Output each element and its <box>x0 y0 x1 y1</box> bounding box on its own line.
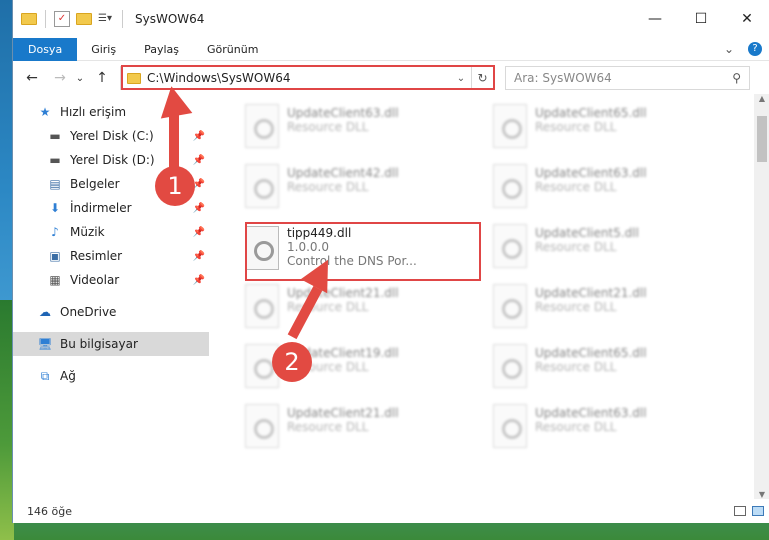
picture-icon: ▣ <box>49 249 61 263</box>
pin-icon: 📌 <box>192 202 205 214</box>
annotation-badge-2: 2 <box>272 342 312 382</box>
video-icon: ▦ <box>49 273 61 287</box>
file-tile[interactable]: UpdateClient21.dll Resource DLL <box>229 400 469 454</box>
expand-ribbon-icon[interactable]: ⌄ <box>724 42 734 56</box>
dll-file-icon <box>245 104 279 148</box>
sidebar-item-this-pc[interactable]: 🖥 Bu bilgisayar <box>13 332 209 356</box>
tab-file[interactable]: Dosya <box>13 37 78 61</box>
quick-access-toolbar: ✓ ☰▾ <box>13 10 125 28</box>
star-icon: ★ <box>39 105 51 119</box>
dll-file-icon <box>493 404 527 448</box>
pin-icon: 📌 <box>192 154 205 166</box>
file-tile[interactable]: UpdateClient65.dll Resource DLL <box>477 100 717 154</box>
folder-icon <box>21 11 37 27</box>
sidebar-item-music[interactable]: ♪ Müzik 📌 <box>13 220 209 244</box>
back-button[interactable]: ← <box>21 70 43 86</box>
explorer-window: ✓ ☰▾ SysWOW64 — ☐ ✕ Dosya Giriş Paylaş G… <box>12 0 769 523</box>
navigation-pane: ★ Hızlı erişim ▬ Yerel Disk (C:) 📌 ▬ Yerel D… <box>13 100 209 500</box>
file-tile[interactable]: UpdateClient63.dll Resource DLL <box>229 100 469 154</box>
scroll-down-icon[interactable]: ▼ <box>754 490 769 499</box>
tab-home[interactable]: Giriş <box>77 38 130 61</box>
window-title: SysWOW64 <box>135 12 205 26</box>
pin-icon: 📌 <box>192 226 205 238</box>
network-icon: ⧉ <box>40 368 50 383</box>
document-icon: ▤ <box>49 177 61 191</box>
sidebar-item-pictures[interactable]: ▣ Resimler 📌 <box>13 244 209 268</box>
file-tile[interactable]: UpdateClient21.dll Resource DLL <box>477 280 717 334</box>
annotation-arrowhead-1 <box>155 83 193 119</box>
cloud-icon: ☁ <box>39 305 51 319</box>
dll-file-icon <box>245 164 279 208</box>
close-button[interactable]: ✕ <box>724 0 769 38</box>
recent-locations-button[interactable]: ⌄ <box>73 73 87 84</box>
dll-file-icon <box>493 164 527 208</box>
tab-share[interactable]: Paylaş <box>130 38 193 61</box>
sidebar-item-disk-c[interactable]: ▬ Yerel Disk (C:) 📌 <box>13 124 209 148</box>
file-tile[interactable]: UpdateClient65.dll Resource DLL <box>477 340 717 394</box>
new-folder-icon[interactable] <box>76 11 92 27</box>
minimize-button[interactable]: — <box>632 0 678 38</box>
status-bar: 146 öğe <box>13 500 769 523</box>
search-icon: ⚲ <box>732 71 741 85</box>
dll-file-icon <box>493 344 527 388</box>
computer-icon: 🖥 <box>37 337 53 351</box>
download-icon: ⬇ <box>49 201 61 215</box>
sidebar-item-network[interactable]: ⧉ Ağ <box>13 364 209 388</box>
annotation-arrow-1 <box>169 110 179 170</box>
annotation-badge-1: 1 <box>155 166 195 206</box>
scroll-up-icon[interactable]: ▲ <box>754 94 769 103</box>
file-highlight-box <box>245 222 481 281</box>
file-tile[interactable]: UpdateClient63.dll Resource DLL <box>477 400 717 454</box>
search-box[interactable]: Ara: SysWOW64 ⚲ <box>505 66 750 90</box>
up-button[interactable]: ↑ <box>91 70 113 86</box>
maximize-button[interactable]: ☐ <box>678 0 724 38</box>
drive-icon: ▬ <box>49 153 61 167</box>
dll-file-icon <box>245 284 279 328</box>
sidebar-item-onedrive[interactable]: ☁ OneDrive <box>13 300 209 324</box>
dll-file-icon <box>493 104 527 148</box>
file-list: UpdateClient63.dll Resource DLL UpdateCli… <box>219 94 749 499</box>
dll-file-icon <box>245 404 279 448</box>
item-count: 146 öğe <box>27 505 72 518</box>
pin-icon: 📌 <box>192 130 205 142</box>
properties-icon[interactable]: ✓ <box>54 11 70 27</box>
file-tile[interactable]: UpdateClient42.dll Resource DLL <box>229 160 469 214</box>
ribbon-tabs: Dosya Giriş Paylaş Görünüm ⌄ ? <box>13 37 769 61</box>
file-tile[interactable]: UpdateClient19.dll Resource DLL <box>229 340 469 394</box>
sidebar-item-videos[interactable]: ▦ Videolar 📌 <box>13 268 209 292</box>
drive-icon: ▬ <box>49 129 61 143</box>
dll-file-icon <box>493 284 527 328</box>
large-icons-view-icon[interactable] <box>752 506 764 516</box>
file-tile[interactable]: UpdateClient63.dll Resource DLL <box>477 160 717 214</box>
file-tile[interactable]: UpdateClient21.dll Resource DLL <box>229 280 469 334</box>
scroll-thumb[interactable] <box>757 116 767 162</box>
vertical-scrollbar[interactable]: ▲ ▼ <box>754 94 769 499</box>
file-tile[interactable]: UpdateClient5.dll Resource DLL <box>477 220 717 274</box>
forward-button[interactable]: → <box>49 70 71 86</box>
pin-icon: 📌 <box>192 274 205 286</box>
help-icon[interactable]: ? <box>748 42 762 56</box>
details-view-icon[interactable] <box>734 506 746 516</box>
dll-file-icon <box>493 224 527 268</box>
customize-toolbar-icon[interactable]: ☰▾ <box>98 11 114 27</box>
search-input[interactable]: Ara: SysWOW64 <box>514 71 612 85</box>
title-bar: ✓ ☰▾ SysWOW64 — ☐ ✕ <box>13 0 769 38</box>
pin-icon: 📌 <box>192 250 205 262</box>
music-icon: ♪ <box>51 225 59 239</box>
tab-view[interactable]: Görünüm <box>193 38 272 61</box>
